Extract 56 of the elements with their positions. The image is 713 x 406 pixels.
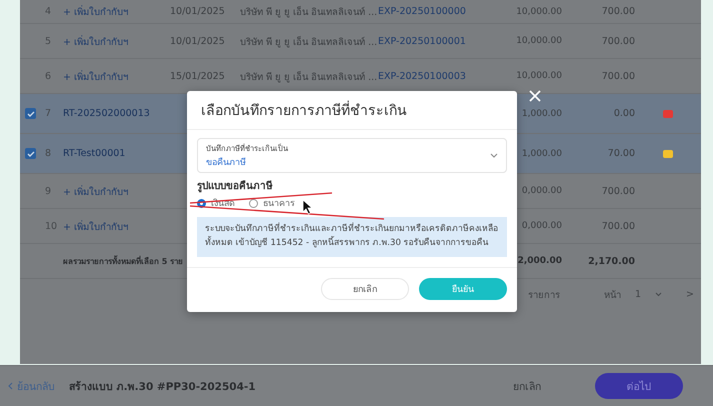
table-cell-text: 15/01/2025 bbox=[170, 70, 226, 82]
table-cell: 0,000.00 bbox=[522, 186, 562, 196]
reference-link[interactable]: + เพิ่มใบกำกับฯ bbox=[63, 4, 170, 19]
table-cell-text: 10/01/2025 bbox=[170, 36, 226, 46]
total-label: ผลรวมรายการทั้งหมดที่เลือก 5 ราย bbox=[63, 254, 184, 268]
checkbox[interactable] bbox=[25, 108, 36, 119]
radio-option[interactable]: ธนาคาร bbox=[249, 196, 295, 210]
table-cell-text: 10/01/2025 bbox=[170, 6, 226, 17]
rows-label: รายการ bbox=[528, 288, 560, 302]
cancel-button[interactable]: ยกเลิก bbox=[507, 376, 547, 396]
dialog-title: เลือกบันทึกรายการภาษีที่ชำระเกิน bbox=[187, 91, 517, 130]
reference-link[interactable]: + เพิ่มใบกำกับฯ bbox=[63, 34, 170, 48]
chevron-down-icon bbox=[490, 153, 498, 158]
table-cell: 1,000.00 bbox=[522, 148, 562, 158]
table-cell: 700.00 bbox=[602, 220, 635, 232]
table-cell: 700.00 bbox=[602, 6, 635, 17]
table-cell: 10,000.00 bbox=[516, 6, 562, 16]
total-tax: 2,170.00 bbox=[588, 256, 635, 266]
table-cell: 0.00 bbox=[614, 108, 635, 119]
table-cell: 700.00 bbox=[602, 186, 635, 196]
row-number: 7 bbox=[45, 108, 52, 119]
table-cell: 700.00 bbox=[602, 36, 635, 46]
checkbox[interactable] bbox=[25, 148, 36, 159]
document-link[interactable]: EXP-20250100001 bbox=[378, 36, 488, 46]
reference-link[interactable]: + เพิ่มใบกำกับฯ bbox=[63, 218, 170, 234]
section-title: รูปแบบขอคืนภาษี bbox=[197, 179, 274, 193]
close-icon[interactable] bbox=[527, 88, 543, 104]
reference-link[interactable]: RT-202502000013 bbox=[63, 108, 170, 119]
chevron-down-icon[interactable] bbox=[655, 292, 662, 296]
document-link[interactable]: EXP-20250100000 bbox=[378, 6, 488, 17]
table-cell-text: บริษัท พี ยู ยู เอ็น อินเทลลิเจนท์ ... bbox=[240, 5, 378, 19]
form-title: สร้างแบบ ภ.พ.30 #PP30-202504-1 bbox=[69, 380, 257, 394]
table-cell-text: บริษัท พี ยู ยู เอ็น อินเทลลิเจนท์ ... bbox=[240, 35, 378, 48]
table-cell: 10,000.00 bbox=[516, 36, 562, 46]
reference-link[interactable]: + เพิ่มใบกำกับฯ bbox=[63, 68, 170, 84]
row-number: 8 bbox=[45, 148, 52, 159]
back-button[interactable]: ย้อนกลับ bbox=[8, 378, 55, 394]
table-cell: 1,000.00 bbox=[522, 108, 562, 118]
page-select[interactable]: 1 bbox=[635, 288, 642, 300]
table-cell: 700.00 bbox=[602, 70, 635, 82]
table-cell: 0,000.00 bbox=[522, 221, 562, 231]
cancel-button[interactable]: ยกเลิก bbox=[321, 278, 409, 300]
confirm-button[interactable]: ยืนยัน bbox=[419, 278, 507, 300]
chevron-left-icon bbox=[8, 382, 13, 390]
reference-link[interactable]: RT-Test00001 bbox=[63, 148, 170, 159]
total-amount: 2,000.00 bbox=[518, 256, 562, 266]
table-cell: 10,000.00 bbox=[516, 71, 562, 81]
document-link[interactable]: EXP-20250100003 bbox=[378, 70, 488, 82]
next-page-button[interactable]: > bbox=[686, 288, 694, 300]
reference-link[interactable]: + เพิ่มใบกำกับฯ bbox=[63, 184, 170, 198]
info-message: ระบบจะบันทึกภาษีที่ชำระเกินและภาษีที่ชำระเกินยกมาหรือเครดิตภาษีคงเหลือทั้งหมด เข้าบัญชี 115452 - ลูกหนี้สรรพากร ภ.พ.30 รอรับคืนจากการขอคืน bbox=[197, 217, 507, 256]
table-cell-text: บริษัท พี ยู ยู เอ็น อินเทลลิเจนท์ ... bbox=[240, 70, 378, 84]
radio-option[interactable]: เงินสด bbox=[197, 196, 235, 210]
table-cell: 70.00 bbox=[608, 148, 635, 159]
next-button[interactable]: ต่อไป bbox=[595, 373, 683, 399]
page-label: หน้า bbox=[604, 288, 621, 302]
